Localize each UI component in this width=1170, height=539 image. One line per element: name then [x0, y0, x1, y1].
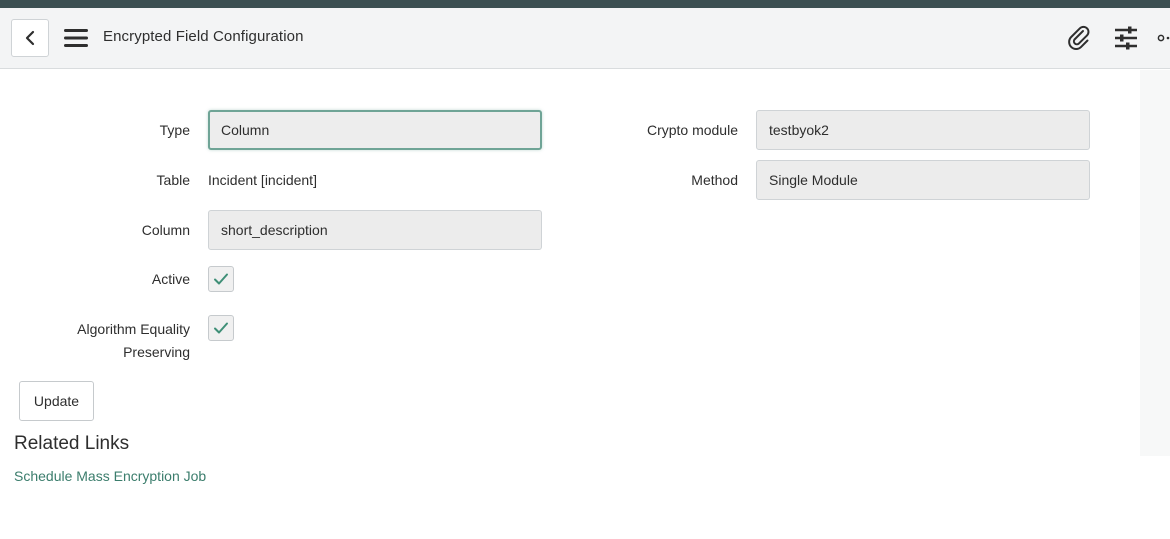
column-label: Column	[141, 222, 190, 238]
checkmark-icon	[214, 273, 228, 285]
algorithm-label-line1: Algorithm Equality	[77, 321, 190, 337]
type-field[interactable]: Column	[208, 110, 542, 150]
table-label: Table	[156, 172, 190, 188]
panel-edge	[1140, 70, 1170, 456]
related-links-title: Related Links	[14, 433, 130, 454]
menu-button[interactable]	[62, 24, 90, 52]
more-options-button[interactable]	[1157, 24, 1170, 52]
checkmark-icon	[214, 322, 228, 334]
attachment-button[interactable]	[1065, 24, 1093, 52]
update-button[interactable]: Update	[19, 381, 94, 421]
algorithm-equality-checkbox[interactable]	[208, 315, 234, 341]
more-options-icon	[1157, 34, 1170, 42]
table-value: Incident [incident]	[208, 172, 317, 188]
method-field[interactable]: Single Module	[756, 160, 1090, 200]
method-label: Method	[691, 172, 738, 188]
column-field[interactable]: short_description	[208, 210, 542, 250]
personalize-button[interactable]	[1112, 24, 1140, 52]
schedule-mass-encryption-link[interactable]: Schedule Mass Encryption Job	[14, 468, 206, 484]
type-label: Type	[159, 122, 190, 138]
crypto-module-label: Crypto module	[646, 122, 738, 138]
active-checkbox[interactable]	[208, 266, 234, 292]
algorithm-label-line2: Preserving	[123, 344, 190, 360]
paperclip-icon	[1068, 25, 1090, 50]
form-header: Encrypted Field Configuration	[0, 8, 1170, 69]
top-accent-strip	[0, 0, 1170, 8]
crypto-module-field[interactable]: testbyok2	[756, 110, 1090, 150]
active-label: Active	[151, 271, 190, 287]
hamburger-menu-icon	[64, 29, 88, 47]
page-title: Encrypted Field Configuration	[103, 28, 304, 45]
back-button[interactable]	[11, 19, 49, 57]
settings-sliders-icon	[1115, 26, 1137, 50]
back-icon	[25, 30, 35, 46]
